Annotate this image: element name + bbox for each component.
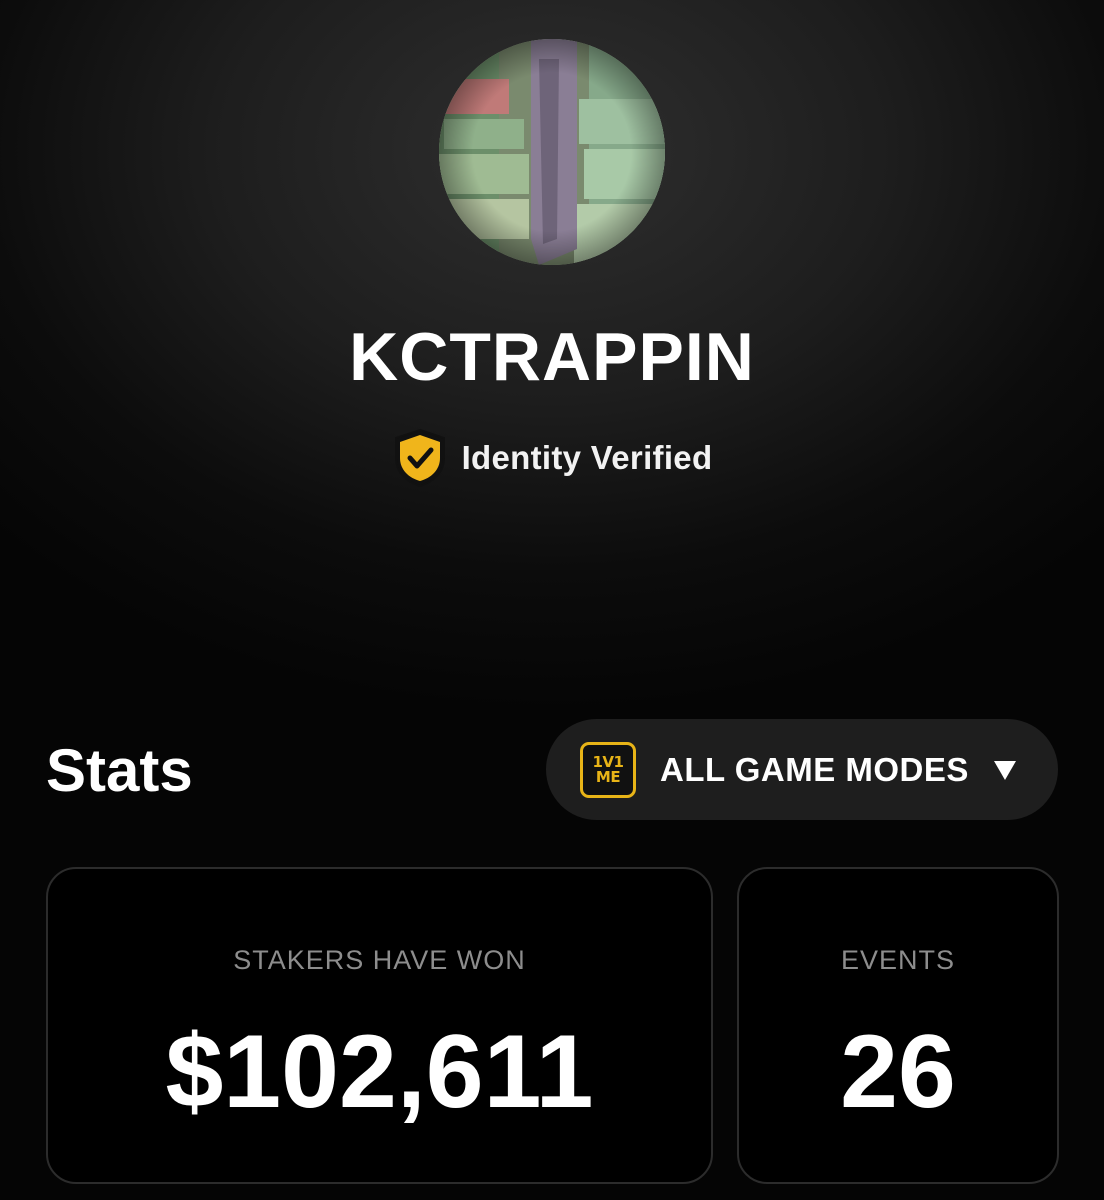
1v1me-logo-icon: 1V1 ME [580, 741, 636, 798]
stats-heading: Stats [46, 737, 193, 804]
avatar[interactable] [439, 39, 665, 265]
game-mode-label: ALL GAME MODES [660, 750, 969, 788]
game-mode-selector[interactable]: 1V1 ME ALL GAME MODES [546, 719, 1058, 820]
stakers-won-label: STAKERS HAVE WON [233, 945, 526, 975]
events-label: EVENTS [840, 945, 956, 975]
profile-page: KCTRAPPIN Identity Verified Stats 1V1 ME… [0, 0, 1104, 1200]
stakers-won-value: $102,611 [165, 1014, 594, 1130]
logo-text-bottom: ME [595, 767, 621, 786]
verification-label: Identity Verified [461, 439, 713, 476]
events-card: EVENTS 26 [737, 867, 1059, 1184]
verification-badge: Identity Verified [0, 428, 1104, 488]
chevron-down-icon [993, 760, 1016, 780]
avatar-image [439, 39, 665, 265]
events-value: 26 [840, 1014, 956, 1130]
stakers-won-card: STAKERS HAVE WON $102,611 [46, 867, 713, 1184]
shield-check-icon [394, 428, 445, 488]
username: KCTRAPPIN [349, 319, 755, 395]
